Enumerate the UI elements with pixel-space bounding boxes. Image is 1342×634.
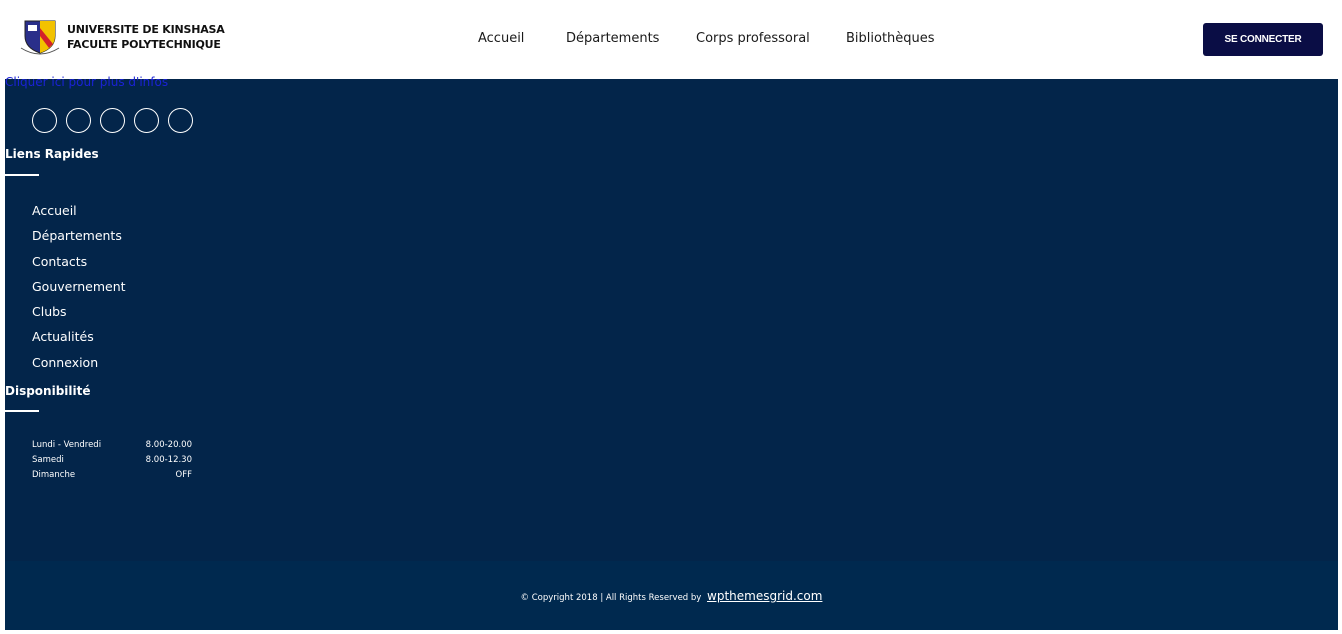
hours-time: 8.00-20.00: [145, 440, 192, 450]
quick-link-actualites[interactable]: Actualités: [32, 329, 126, 354]
youtube-icon[interactable]: [168, 108, 193, 133]
nav-link-accueil[interactable]: Accueil: [478, 31, 524, 46]
hours-row: Lundi - Vendredi 8.00-20.00: [32, 440, 192, 455]
quick-link-accueil[interactable]: Accueil: [32, 203, 126, 228]
social-links: [32, 108, 202, 133]
twitter-icon[interactable]: [66, 108, 91, 133]
hours-time: 8.00-12.30: [145, 455, 192, 465]
site-header: UNIVERSITE DE KINSHASA FACULTE POLYTECHN…: [0, 0, 1342, 79]
hours-day: Dimanche: [32, 470, 76, 480]
quick-link-gouvernement[interactable]: Gouvernement: [32, 279, 126, 304]
footer-main: Cliquer ici pour plus d'infos Liens Rapi…: [5, 75, 1338, 561]
nav-link-bibliotheques[interactable]: Bibliothèques: [846, 31, 935, 46]
hours-day: Lundi - Vendredi: [32, 440, 102, 450]
hours-day: Samedi: [32, 455, 64, 465]
footer-bottom-bar: © Copyright 2018 | All Rights Reserved b…: [5, 561, 1338, 630]
opening-hours: Lundi - Vendredi 8.00-20.00 Samedi 8.00-…: [32, 440, 192, 485]
more-info-link[interactable]: Cliquer ici pour plus d'infos: [5, 75, 168, 89]
availability-title: Disponibilité: [5, 384, 91, 398]
quick-link-connexion[interactable]: Connexion: [32, 355, 126, 380]
copyright-link[interactable]: wpthemesgrid.com: [707, 589, 822, 603]
quick-link-contacts[interactable]: Contacts: [32, 254, 126, 279]
copyright: © Copyright 2018 | All Rights Reserved b…: [5, 589, 1338, 603]
hours-time: OFF: [175, 470, 192, 480]
copyright-text: © Copyright 2018 | All Rights Reserved b…: [520, 593, 702, 603]
login-button[interactable]: SE CONNECTER: [1203, 23, 1323, 56]
instagram-icon[interactable]: [100, 108, 125, 133]
facebook-icon[interactable]: [32, 108, 57, 133]
linkedin-icon[interactable]: [134, 108, 159, 133]
main-nav: Accueil Départements Corps professoral B…: [0, 31, 1342, 51]
hours-row: Dimanche OFF: [32, 470, 192, 485]
quick-link-clubs[interactable]: Clubs: [32, 304, 126, 329]
availability-divider: [5, 410, 39, 412]
quick-links-list: Accueil Départements Contacts Gouverneme…: [32, 203, 126, 380]
quick-link-departements[interactable]: Départements: [32, 228, 126, 253]
quick-links-divider: [5, 174, 39, 176]
nav-link-departements[interactable]: Départements: [566, 31, 659, 46]
quick-links-title: Liens Rapides: [5, 147, 99, 161]
hours-row: Samedi 8.00-12.30: [32, 455, 192, 470]
nav-link-corps-professoral[interactable]: Corps professoral: [696, 31, 810, 46]
